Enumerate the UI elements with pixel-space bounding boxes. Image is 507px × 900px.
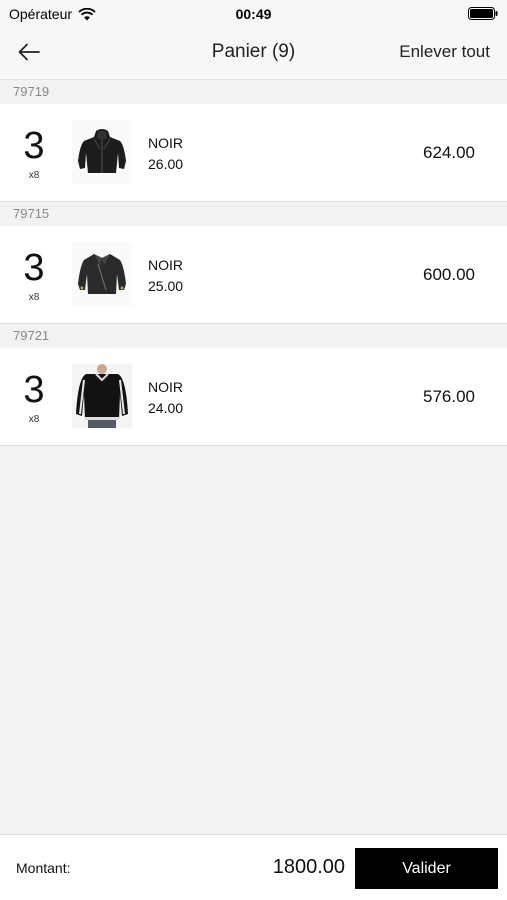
item-ref-header: 79719 (0, 80, 507, 104)
item-unit-price: 26.00 (148, 156, 184, 172)
quantity-unit: x8 (28, 170, 40, 181)
validate-button[interactable]: Valider (355, 848, 498, 889)
status-time: 00:49 (235, 6, 272, 22)
quantity-block[interactable]: 3 x8 (14, 370, 54, 425)
checkout-footer: Montant: 1800.00 Valider (0, 834, 507, 900)
quantity-unit: x8 (28, 414, 40, 425)
item-ref-header: 79721 (0, 324, 507, 348)
status-bar: Opérateur 00:49 (0, 0, 507, 28)
jacket-leather-biker-icon (72, 242, 132, 306)
jacket-hooded-leather-icon (72, 120, 132, 184)
item-total-price: 576.00 (423, 387, 475, 406)
quantity-block[interactable]: 3 x8 (14, 126, 54, 181)
cart-list: 79719 3 x8 NOIR 26.00 624.00 79715 3 x8 … (0, 80, 507, 446)
cart-item-row[interactable]: 3 x8 NOIR 25.00 600.00 (0, 226, 507, 324)
quantity-unit: x8 (28, 292, 40, 303)
item-unit-price: 25.00 (148, 278, 184, 294)
item-color: NOIR (148, 379, 183, 395)
item-unit-price: 24.00 (148, 400, 184, 416)
item-color: NOIR (148, 257, 183, 273)
cart-item-row[interactable]: 3 x8 NOIR 24.00 576.00 (0, 348, 507, 446)
jacket-varsity-model-icon (72, 364, 132, 428)
amount-label: Montant: (16, 860, 71, 876)
quantity-value: 3 (23, 369, 45, 411)
quantity-value: 3 (23, 247, 45, 289)
item-color: NOIR (148, 135, 183, 151)
quantity-value: 3 (23, 125, 45, 167)
battery-icon (468, 7, 498, 20)
clear-all-button[interactable]: Enlever tout (399, 42, 490, 62)
navigation-bar: Panier (9) Enlever tout (0, 28, 507, 80)
item-total-price: 600.00 (423, 265, 475, 284)
amount-value: 1800.00 (272, 856, 345, 878)
quantity-block[interactable]: 3 x8 (14, 248, 54, 303)
item-total-price: 624.00 (423, 143, 475, 162)
item-ref-header: 79715 (0, 202, 507, 226)
cart-item-row[interactable]: 3 x8 NOIR 26.00 624.00 (0, 104, 507, 202)
cart-screen: Opérateur 00:49 Panier (9) Enlever tout … (0, 0, 507, 900)
